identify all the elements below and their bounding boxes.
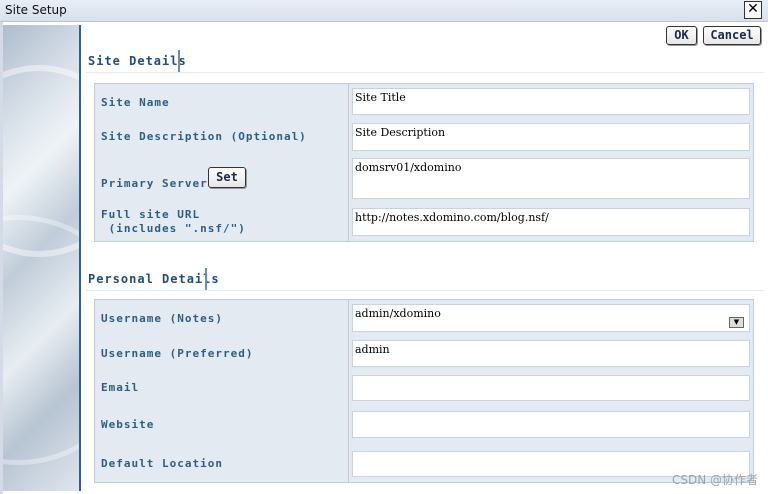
username-notes-select[interactable]: admin/xdomino ▼: [352, 304, 750, 332]
tab-divider: [205, 268, 207, 290]
watermark: CSDN @协作者: [671, 473, 758, 487]
site-details-panel: Site Name Site Title Site Description (O…: [94, 83, 754, 242]
tab-divider: [178, 50, 180, 72]
username-preferred-label: Username (Preferred): [101, 347, 254, 360]
site-details-heading: Site Details: [88, 54, 187, 68]
site-description-input[interactable]: Site Description: [352, 123, 750, 151]
cancel-button[interactable]: Cancel: [703, 26, 761, 45]
personal-details-panel: Username (Notes) admin/xdomino ▼ Usernam…: [94, 299, 754, 483]
decorative-sidebar-image: [3, 25, 79, 491]
default-location-label: Default Location: [101, 457, 223, 470]
personal-details-tab: Personal Details: [86, 268, 219, 290]
full-site-url-input[interactable]: http://notes.xdomino.com/blog.nsf/: [352, 208, 750, 236]
personal-details-heading: Personal Details: [88, 272, 220, 286]
window-title: Site Setup: [5, 3, 67, 17]
website-label: Website: [101, 418, 155, 431]
set-server-button[interactable]: Set: [208, 167, 246, 188]
username-notes-value: admin/xdomino: [355, 307, 441, 320]
username-notes-label: Username (Notes): [101, 312, 223, 325]
site-name-input[interactable]: Site Title: [352, 88, 750, 115]
section-rule: [86, 290, 764, 291]
email-input[interactable]: [352, 375, 750, 401]
primary-server-label: Primary Server: [101, 177, 208, 190]
full-site-url-label: Full site URL (includes ".nsf/"): [101, 208, 246, 235]
section-rule: [86, 72, 764, 73]
site-name-label: Site Name: [101, 96, 170, 109]
close-button[interactable]: ✕: [744, 1, 762, 19]
title-bar: Site Setup ✕: [0, 0, 768, 22]
primary-server-input[interactable]: domsrv01/xdomino: [352, 158, 750, 199]
close-icon: ✕: [747, 1, 759, 17]
website-input[interactable]: [352, 411, 750, 438]
email-label: Email: [101, 381, 140, 394]
site-description-label: Site Description (Optional): [101, 130, 307, 143]
username-preferred-input[interactable]: admin: [352, 340, 750, 367]
site-details-tab: Site Details: [86, 50, 186, 72]
sidebar-divider: [79, 25, 81, 491]
chevron-down-icon[interactable]: ▼: [729, 317, 744, 328]
ok-button[interactable]: OK: [666, 26, 697, 45]
